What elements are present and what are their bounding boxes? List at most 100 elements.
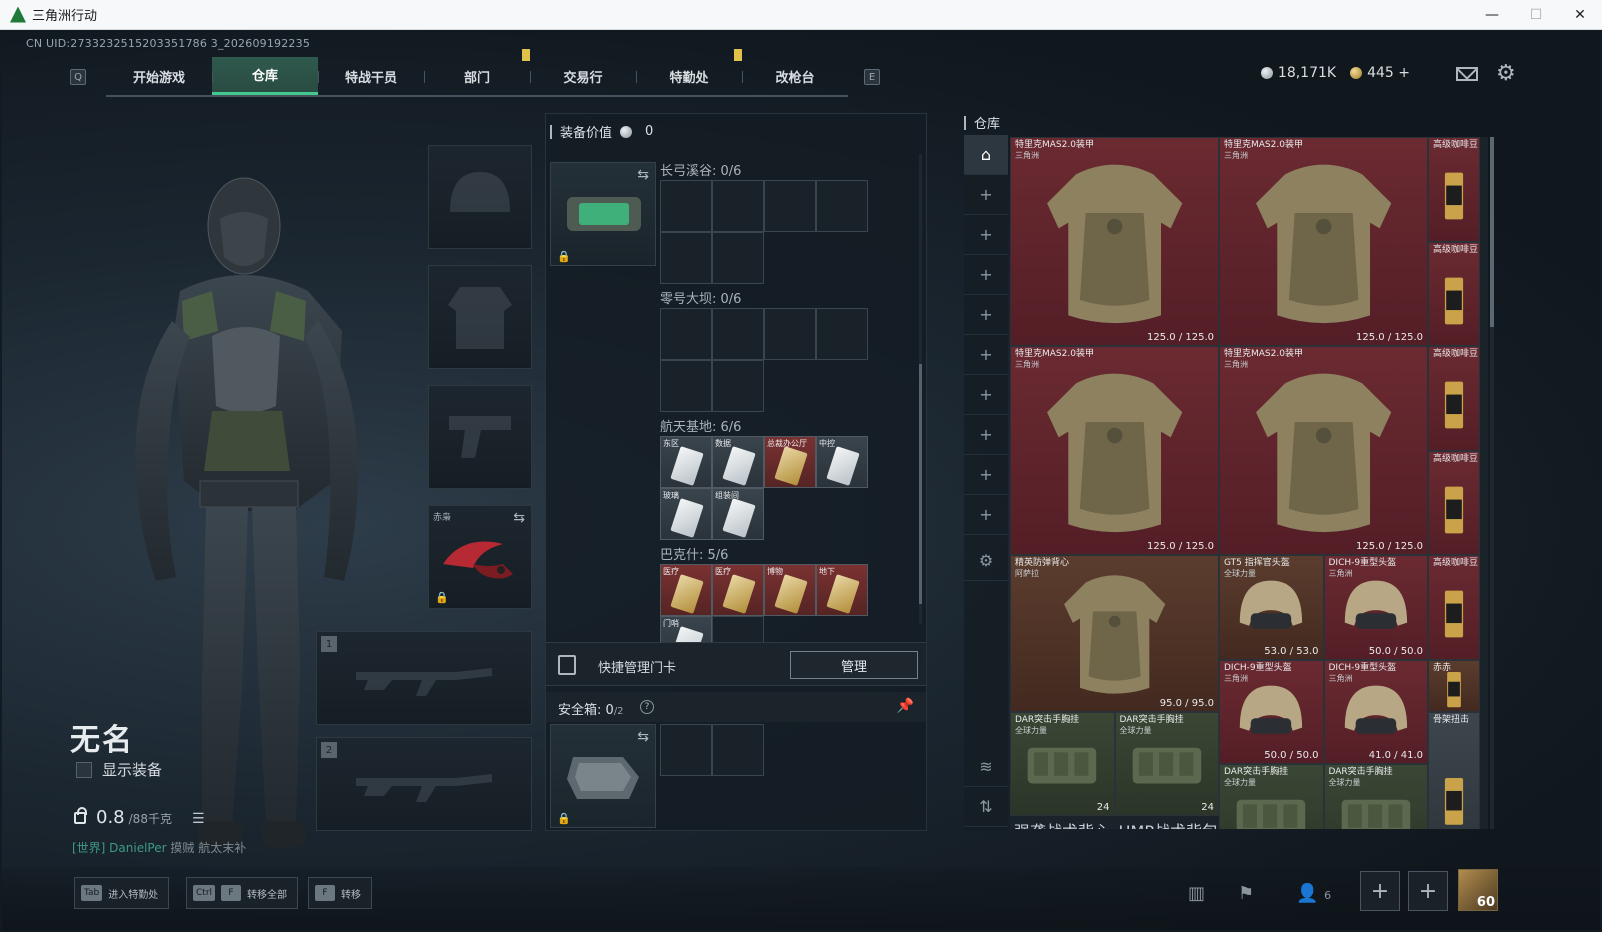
warehouse-item[interactable]: 特里克MAS2.0装甲 三角洲 125.0 / 125.0 (1219, 346, 1428, 555)
warehouse-item[interactable]: 高级咖啡豆 (1428, 241, 1480, 346)
primary-weapon-slot-1[interactable]: 1 (316, 631, 532, 725)
tab-warehouse[interactable]: 仓库 (212, 57, 318, 95)
friends-icon[interactable]: 👤 6 (1296, 883, 1331, 904)
warehouse-item[interactable]: DICH-9重型头盔 三角洲 50.0 / 50.0 (1219, 659, 1324, 764)
keycard-empty-slot[interactable] (712, 308, 764, 360)
keycard-item[interactable]: 医疗 (660, 564, 712, 616)
warehouse-item[interactable]: 特里克MAS2.0装甲 三角洲 125.0 / 125.0 (1010, 346, 1219, 555)
warehouse-item[interactable]: 特里克MAS2.0装甲 三角洲 125.0 / 125.0 (1010, 137, 1219, 346)
pistol-slot[interactable] (428, 385, 532, 489)
warehouse-item[interactable]: DAR突击手胸挂 全球力量 (1219, 764, 1324, 829)
stats-chart-icon[interactable]: ▥ (1188, 883, 1205, 904)
hint-transfer-all[interactable]: Ctrl F 转移全部 (186, 877, 299, 909)
safe-box-cell[interactable] (660, 724, 712, 776)
warehouse-tab-add[interactable]: + (964, 255, 1008, 295)
settings-gear-icon[interactable]: ⚙ (1496, 63, 1518, 85)
list-icon[interactable]: ☰ (192, 811, 205, 827)
swap-icon[interactable]: ⇆ (637, 167, 649, 183)
melee-slot[interactable]: 赤枭 ⇆ 🔒 (428, 505, 532, 609)
layers-icon[interactable]: ≋ (964, 747, 1008, 787)
pin-icon[interactable]: 📌 (897, 698, 914, 714)
warehouse-tab-add[interactable]: + (964, 495, 1008, 535)
warehouse-item[interactable]: DICH-9重型头盔 三角洲 41.0 / 41.0 (1323, 659, 1428, 764)
warehouse-settings-icon[interactable]: ⚙ (964, 541, 1008, 581)
safe-box-cell[interactable] (712, 724, 764, 776)
hint-special-ops[interactable]: Tab 进入特勤处 (74, 877, 170, 909)
safe-box-slot[interactable]: ⇆ 🔒 (550, 724, 656, 828)
player-avatar[interactable]: 60 (1458, 869, 1498, 911)
primary-weapon-slot-2[interactable]: 2 (316, 737, 532, 831)
warehouse-scrollbar-thumb[interactable] (1490, 137, 1494, 327)
swap-icon[interactable]: ⇆ (513, 510, 525, 526)
armor-slot[interactable] (428, 265, 532, 369)
warehouse-tab-all[interactable]: ⌂ (964, 135, 1008, 175)
add-squad-slot-button[interactable]: + (1408, 871, 1448, 911)
warehouse-item[interactable]: 高级咖啡豆 (1428, 346, 1480, 451)
mail-icon[interactable] (1456, 67, 1478, 81)
warehouse-tab-add[interactable]: + (964, 175, 1008, 215)
keycard-item[interactable]: 总裁办公厅 (764, 436, 816, 488)
keycard-empty-slot[interactable] (712, 360, 764, 412)
keycard-item[interactable]: 医疗 (712, 564, 764, 616)
manage-button[interactable]: 管理 (790, 651, 918, 679)
keycard-empty-slot[interactable] (712, 616, 764, 642)
nav-next-key[interactable]: E (864, 69, 880, 85)
swap-icon[interactable]: ⇆ (637, 729, 649, 745)
add-gold-button[interactable]: + (1398, 65, 1410, 81)
tab-trading[interactable]: 交易行 (530, 57, 636, 95)
keycard-empty-slot[interactable] (712, 180, 764, 232)
keycard-scrollbar-thumb[interactable] (919, 364, 922, 604)
keycard-empty-slot[interactable] (712, 232, 764, 284)
keycard-item[interactable]: 东区 (660, 436, 712, 488)
warehouse-tab-add[interactable]: + (964, 415, 1008, 455)
tab-special-ops[interactable]: 特勤处 (636, 49, 742, 95)
maximize-button[interactable]: ☐ (1514, 0, 1558, 30)
keycard-case[interactable]: ⇆ 🔒 (550, 162, 656, 266)
warehouse-item[interactable]: DAR突击手胸挂 全球力量 24 (1010, 711, 1115, 817)
keycard-item[interactable]: 数据 (712, 436, 764, 488)
chat-line[interactable]: [世界] DanielPer 摸贼 航太末补 (72, 839, 246, 856)
keycard-empty-slot[interactable] (660, 360, 712, 412)
warehouse-tab-add[interactable]: + (964, 335, 1008, 375)
warehouse-item[interactable]: GT5 指挥官头盔 全球力量 53.0 / 53.0 (1219, 555, 1324, 660)
tab-gunsmith[interactable]: 改枪台 (742, 57, 848, 95)
show-equipment-checkbox[interactable] (76, 761, 92, 778)
warehouse-tab-add[interactable]: + (964, 295, 1008, 335)
keycard-item[interactable]: 中控 (816, 436, 868, 488)
warehouse-tab-add[interactable]: + (964, 455, 1008, 495)
add-squad-slot-button[interactable]: + (1360, 871, 1400, 911)
tab-operators[interactable]: 特战干员 (318, 57, 424, 95)
warehouse-item[interactable]: DAR突击手胸挂 全球力量 24 (1114, 711, 1219, 817)
warehouse-tab-add[interactable]: + (964, 375, 1008, 415)
keycard-item[interactable]: 组装间 (712, 488, 764, 540)
hint-transfer[interactable]: F 转移 (308, 877, 372, 909)
warehouse-item[interactable]: 高级咖啡豆 (1428, 450, 1480, 555)
warehouse-item[interactable]: DICH-9重型头盔 三角洲 50.0 / 50.0 (1323, 555, 1428, 660)
warehouse-item[interactable]: DAR突击手胸挂 全球力量 (1323, 764, 1428, 829)
flag-icon[interactable]: ⚑ (1238, 883, 1254, 904)
keycard-item[interactable]: 地下 (816, 564, 868, 616)
keycard-empty-slot[interactable] (660, 232, 712, 284)
keycard-empty-slot[interactable] (816, 308, 868, 360)
keycard-item[interactable]: 玻璃 (660, 488, 712, 540)
helmet-slot[interactable] (428, 145, 532, 249)
close-button[interactable]: ✕ (1558, 0, 1602, 30)
warehouse-item[interactable]: 高级咖啡豆 (1428, 137, 1480, 242)
keycard-item[interactable]: 门哨 (660, 616, 712, 642)
help-icon[interactable]: ? (640, 700, 654, 714)
sort-icon[interactable]: ⇅ (964, 787, 1008, 827)
keycard-item[interactable]: 博物 (764, 564, 816, 616)
warehouse-item[interactable]: 特里克MAS2.0装甲 三角洲 125.0 / 125.0 (1219, 137, 1428, 346)
keycard-empty-slot[interactable] (816, 180, 868, 232)
warehouse-item[interactable]: 高级咖啡豆 (1428, 555, 1480, 660)
keycard-empty-slot[interactable] (764, 180, 816, 232)
tab-department[interactable]: 部门 (424, 49, 530, 95)
nav-prev-key[interactable]: Q (70, 69, 86, 85)
warehouse-item[interactable]: 骨架扭击 (1428, 711, 1480, 829)
tab-start-game[interactable]: 开始游戏 (106, 57, 212, 95)
show-equipment-toggle[interactable]: 显示装备 (76, 759, 162, 780)
keycard-empty-slot[interactable] (764, 308, 816, 360)
keycard-empty-slot[interactable] (660, 308, 712, 360)
warehouse-tab-add[interactable]: + (964, 215, 1008, 255)
warehouse-item[interactable]: 精英防弹背心 阿萨拉 95.0 / 95.0 (1010, 555, 1219, 712)
